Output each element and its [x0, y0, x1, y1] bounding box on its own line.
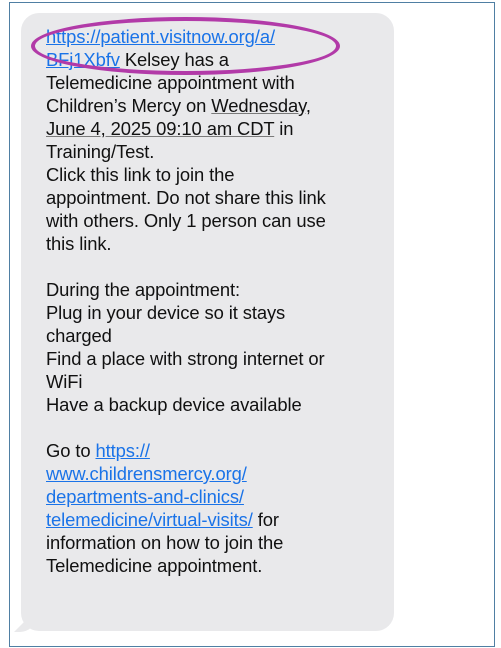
message-bubble: https://patient.visitnow.org/a/ BFj1Xbfv… [21, 13, 394, 631]
appointment-datetime[interactable]: June 4, 2025 09:10 am CDT [46, 118, 274, 139]
message-line: BFj1Xbfv Kelsey has a [46, 48, 376, 71]
message-line: Have a backup device available [46, 394, 302, 415]
in-text: in [274, 118, 294, 139]
virtual-visits-link[interactable]: departments-and-clinics/ [46, 486, 244, 507]
message-line: June 4, 2025 09:10 am CDT in [46, 117, 376, 140]
message-line: Training/Test. [46, 141, 155, 162]
message-line: Go to https:// [46, 439, 376, 462]
message-line: Children’s Mercy on Wednesday, [46, 94, 376, 117]
message-line: this link. [46, 233, 112, 254]
message-line: www.childrensmercy.org/ [46, 462, 376, 485]
virtual-visits-link[interactable]: telemedicine/virtual-visits/ [46, 509, 253, 530]
for-text: for [252, 509, 279, 530]
patient-visit-link-code[interactable]: BFj1Xbfv [46, 49, 120, 70]
message-line: Click this link to join the [46, 164, 235, 185]
message-line: Plug in your device so it stays [46, 302, 286, 323]
message-line: charged [46, 325, 112, 346]
message-line: with others. Only 1 person can use [46, 210, 326, 231]
message-line: departments-and-clinics/ [46, 485, 376, 508]
message-line: telemedicine/virtual-visits/ for [46, 508, 376, 531]
message-line: During the appointment: [46, 279, 240, 300]
message-line: appointment. Do not share this link [46, 187, 326, 208]
patient-name-text: Kelsey has a [119, 49, 229, 70]
goto-text: Go to [46, 440, 96, 461]
message-line: Find a place with strong internet or [46, 348, 325, 369]
message-line: WiFi [46, 371, 83, 392]
appointment-weekday[interactable]: Wednesday, [211, 95, 311, 116]
message-line: Telemedicine appointment. [46, 555, 263, 576]
virtual-visits-link[interactable]: www.childrensmercy.org/ [46, 463, 247, 484]
message-line: https://patient.visitnow.org/a/ [46, 25, 376, 48]
message-line: Telemedicine appointment with [46, 72, 295, 93]
message-line: information on how to join the [46, 532, 284, 553]
virtual-visits-link[interactable]: https:// [96, 440, 151, 461]
patient-visit-link[interactable]: https://patient.visitnow.org/a/ [46, 26, 275, 47]
org-text: Children’s Mercy on [46, 95, 212, 116]
